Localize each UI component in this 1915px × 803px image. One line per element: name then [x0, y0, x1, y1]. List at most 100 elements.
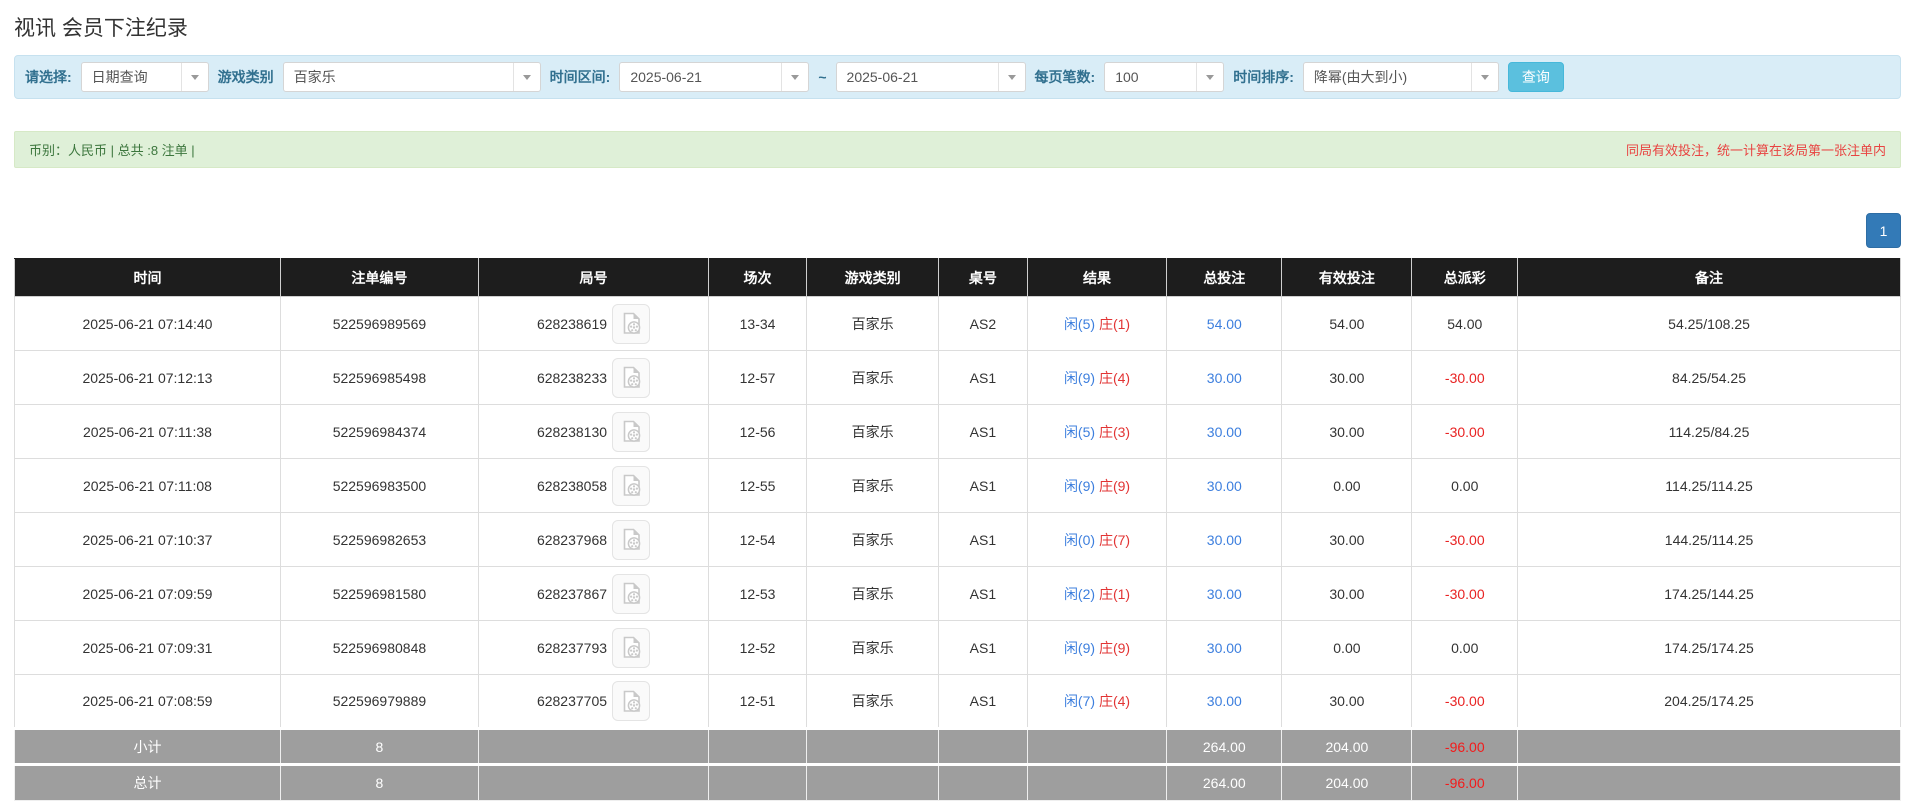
cell-valid-bet: 54.00 [1282, 297, 1412, 351]
pagination: 1 [14, 213, 1901, 248]
time-sort-select[interactable]: 降幂(由大到小) [1303, 62, 1499, 92]
cell-round-id: 628238619 [478, 297, 708, 351]
cell-total-bet: 30.00 [1167, 513, 1282, 567]
cell-payout: 54.00 [1412, 297, 1518, 351]
cell-session: 12-56 [709, 405, 807, 459]
empty-cell [807, 765, 939, 801]
empty-cell [478, 765, 708, 801]
total-bet-link[interactable]: 30.00 [1207, 693, 1242, 709]
empty-cell [939, 765, 1028, 801]
cell-bet-id: 522596984374 [280, 405, 478, 459]
round-id-value: 628237705 [537, 693, 607, 709]
date-to-select[interactable]: 2025-06-21 [836, 62, 1026, 92]
total-total-bet: 264.00 [1167, 765, 1282, 801]
date-to-value: 2025-06-21 [837, 63, 998, 91]
result-player: 闲(5) [1064, 424, 1095, 440]
game-category-select[interactable]: 百家乐 [283, 62, 541, 92]
video-replay-button[interactable] [612, 304, 650, 344]
video-replay-file-icon [621, 366, 642, 389]
cell-total-bet: 30.00 [1167, 405, 1282, 459]
cell-total-bet: 30.00 [1167, 621, 1282, 675]
cell-session: 12-55 [709, 459, 807, 513]
cell-table-no: AS1 [939, 621, 1028, 675]
chevron-down-icon [1471, 63, 1498, 91]
range-separator: ~ [818, 69, 826, 85]
col-bet-id: 注单编号 [280, 259, 478, 297]
round-id-value: 628238058 [537, 478, 607, 494]
col-payout: 总派彩 [1412, 259, 1518, 297]
result-player: 闲(9) [1064, 640, 1095, 656]
total-bet-link[interactable]: 54.00 [1207, 316, 1242, 332]
game-category-label: 游戏类别 [218, 67, 274, 87]
date-from-select[interactable]: 2025-06-21 [619, 62, 809, 92]
video-replay-button[interactable] [612, 681, 650, 721]
time-sort-label: 时间排序: [1233, 67, 1294, 87]
chevron-down-icon [998, 63, 1025, 91]
summary-bar: 币别：人民币 | 总共 :8 注单 | 同局有效投注，统一计算在该局第一张注单内 [14, 131, 1901, 168]
page-1-button[interactable]: 1 [1866, 213, 1901, 248]
cell-bet-id: 522596985498 [280, 351, 478, 405]
result-banker: 庄(1) [1099, 316, 1130, 332]
cell-total-bet: 54.00 [1167, 297, 1282, 351]
cell-time: 2025-06-21 07:09:31 [15, 621, 281, 675]
cell-remark: 54.25/108.25 [1518, 297, 1901, 351]
cell-result: 闲(5) 庄(1) [1027, 297, 1167, 351]
cell-payout: -30.00 [1412, 513, 1518, 567]
cell-result: 闲(0) 庄(7) [1027, 513, 1167, 567]
subtotal-payout: -96.00 [1412, 729, 1518, 765]
game-category-value: 百家乐 [284, 63, 513, 91]
video-replay-button[interactable] [612, 628, 650, 668]
result-player: 闲(9) [1064, 370, 1095, 386]
total-bet-link[interactable]: 30.00 [1207, 586, 1242, 602]
total-bet-link[interactable]: 30.00 [1207, 478, 1242, 494]
total-row: 总计 8 264.00 204.00 -96.00 [15, 765, 1901, 801]
cell-table-no: AS1 [939, 459, 1028, 513]
total-valid-bet: 204.00 [1282, 765, 1412, 801]
cell-round-id: 628237867 [478, 567, 708, 621]
cell-game-category: 百家乐 [807, 675, 939, 729]
cell-round-id: 628237705 [478, 675, 708, 729]
cell-game-category: 百家乐 [807, 351, 939, 405]
table-row: 2025-06-21 07:09:59 522596981580 6282378… [15, 567, 1901, 621]
query-type-value: 日期查询 [82, 63, 181, 91]
cell-bet-id: 522596979889 [280, 675, 478, 729]
result-banker: 庄(7) [1099, 532, 1130, 548]
table-row: 2025-06-21 07:11:08 522596983500 6282380… [15, 459, 1901, 513]
video-replay-button[interactable] [612, 520, 650, 560]
search-button[interactable]: 查询 [1508, 62, 1564, 92]
total-count: 8 [280, 765, 478, 801]
round-id-value: 628238619 [537, 316, 607, 332]
cell-result: 闲(7) 庄(4) [1027, 675, 1167, 729]
cell-bet-id: 522596989569 [280, 297, 478, 351]
table-row: 2025-06-21 07:12:13 522596985498 6282382… [15, 351, 1901, 405]
video-replay-button[interactable] [612, 412, 650, 452]
cell-table-no: AS1 [939, 351, 1028, 405]
total-bet-link[interactable]: 30.00 [1207, 532, 1242, 548]
query-type-select[interactable]: 日期查询 [81, 62, 209, 92]
page-size-select[interactable]: 100 [1104, 62, 1224, 92]
table-row: 2025-06-21 07:14:40 522596989569 6282386… [15, 297, 1901, 351]
total-bet-link[interactable]: 30.00 [1207, 370, 1242, 386]
total-bet-link[interactable]: 30.00 [1207, 424, 1242, 440]
cell-session: 13-34 [709, 297, 807, 351]
video-replay-file-icon [621, 420, 642, 443]
valid-bet-note: 同局有效投注，统一计算在该局第一张注单内 [1626, 140, 1886, 159]
currency-total-text: 币别：人民币 | 总共 :8 注单 | [29, 140, 195, 159]
cell-session: 12-52 [709, 621, 807, 675]
cell-time: 2025-06-21 07:12:13 [15, 351, 281, 405]
total-bet-link[interactable]: 30.00 [1207, 640, 1242, 656]
empty-cell [939, 729, 1028, 765]
chevron-down-icon [181, 63, 208, 91]
cell-payout: -30.00 [1412, 405, 1518, 459]
cell-game-category: 百家乐 [807, 297, 939, 351]
col-valid-bet: 有效投注 [1282, 259, 1412, 297]
video-replay-button[interactable] [612, 466, 650, 506]
cell-valid-bet: 30.00 [1282, 405, 1412, 459]
result-player: 闲(9) [1064, 478, 1095, 494]
video-replay-button[interactable] [612, 574, 650, 614]
result-player: 闲(7) [1064, 693, 1095, 709]
subtotal-count: 8 [280, 729, 478, 765]
col-result: 结果 [1027, 259, 1167, 297]
video-replay-button[interactable] [612, 358, 650, 398]
subtotal-row: 小计 8 264.00 204.00 -96.00 [15, 729, 1901, 765]
